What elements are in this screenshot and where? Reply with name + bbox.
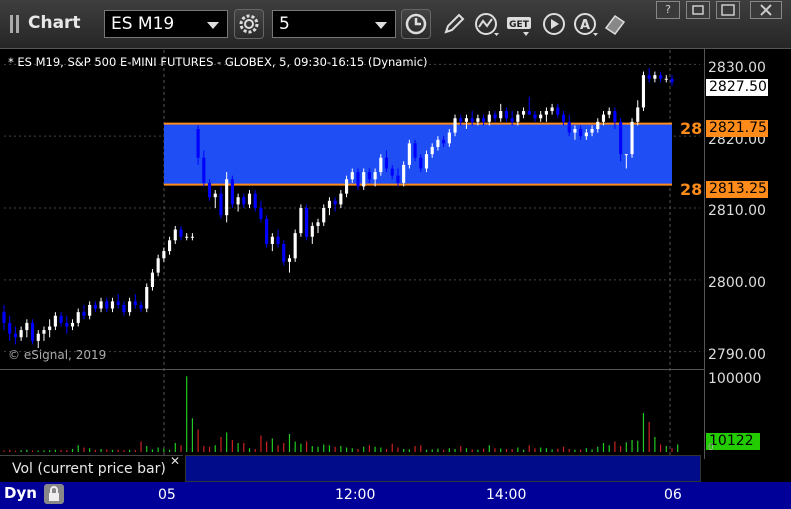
study-wave-icon[interactable] <box>473 10 501 38</box>
price-axis-label: 2830.00 <box>708 60 766 76</box>
time-button[interactable] <box>401 9 431 39</box>
price-axis[interactable] <box>704 49 791 459</box>
price-axis-label: 2790.00 <box>708 347 766 363</box>
current-volume-tag: 10122 <box>706 433 760 450</box>
close-icon <box>760 4 772 16</box>
chevron-down-icon[interactable] <box>207 22 219 29</box>
title-bar: Chart ES M19 5 GET A ? <box>0 0 791 49</box>
volume-axis-max-label: 100000 <box>708 371 762 387</box>
last-price-tag: 2827.50 <box>706 79 768 96</box>
interval-selector[interactable]: 5 <box>272 10 396 38</box>
study-strip <box>185 455 701 482</box>
alert-a-icon[interactable]: A <box>572 10 600 38</box>
lock-icon[interactable] <box>44 484 64 504</box>
maximize-icon <box>721 4 735 16</box>
chart-caption: * ES M19, S&P 500 E-MINI FUTURES - GLOBE… <box>8 55 428 69</box>
close-study-icon[interactable]: ✕ <box>170 454 180 468</box>
close-button[interactable] <box>750 1 782 19</box>
reset-layout-icon[interactable] <box>601 8 629 36</box>
lower-line-label: 28 <box>680 180 703 199</box>
price-axis-label: 2800.00 <box>708 275 766 291</box>
upper-line-price-tag[interactable]: 2821.75 <box>706 120 768 137</box>
symbol-value: ES M19 <box>111 14 175 34</box>
svg-text:GET: GET <box>509 20 530 30</box>
help-button[interactable]: ? <box>656 1 680 19</box>
play-icon[interactable] <box>540 10 568 38</box>
volume-axis-zero-label: 0 <box>708 443 714 453</box>
settings-button[interactable] <box>234 9 264 39</box>
upper-line-label: 28 <box>680 119 703 138</box>
drag-grip-icon[interactable] <box>10 15 19 33</box>
symbol-selector[interactable]: ES M19 <box>104 10 228 38</box>
maximize-button[interactable] <box>716 1 740 19</box>
lower-line-price-tag[interactable]: 2813.25 <box>706 181 768 198</box>
chart-window: Chart ES M19 5 GET A ? * ES M19, S&P 500… <box>0 0 791 509</box>
lock-glyph <box>49 486 59 501</box>
settings-gear-icon <box>239 14 259 34</box>
clock-icon <box>405 13 427 35</box>
volume-plot-area[interactable] <box>0 369 704 456</box>
copyright-text: © eSignal, 2019 <box>8 348 107 362</box>
window-title: Chart <box>28 13 81 33</box>
chevron-down-icon[interactable] <box>375 22 387 29</box>
time-axis-label: 06 <box>664 487 682 503</box>
get-data-icon[interactable]: GET <box>505 10 533 38</box>
interval-value: 5 <box>279 14 290 34</box>
restore-button[interactable] <box>686 1 710 19</box>
price-axis-label: 2810.00 <box>708 203 766 219</box>
svg-text:A: A <box>580 18 590 33</box>
dynamic-button[interactable]: Dyn <box>4 484 37 502</box>
price-plot-area[interactable] <box>0 49 704 367</box>
pencil-draw-icon[interactable] <box>440 10 468 38</box>
time-axis-label: 14:00 <box>486 487 527 503</box>
time-axis-label: 05 <box>158 487 176 503</box>
time-axis-label: 12:00 <box>335 487 376 503</box>
restore-icon <box>692 5 704 15</box>
volume-study-label[interactable]: Vol (current price bar) <box>0 455 183 482</box>
